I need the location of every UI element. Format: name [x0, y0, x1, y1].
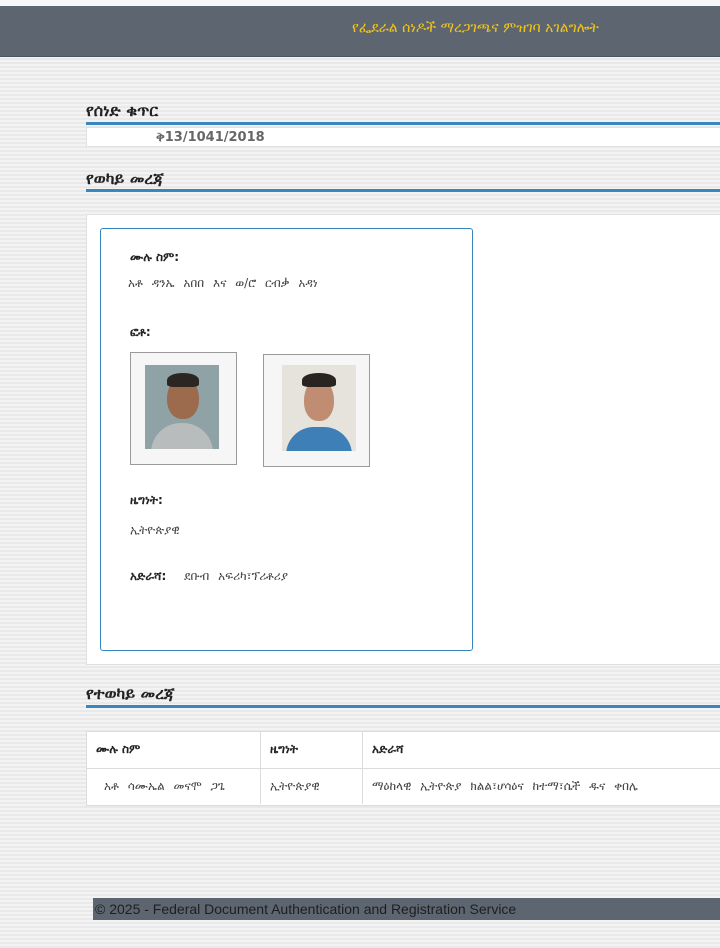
document-number-value: ቅ13/1041/2018 [156, 130, 265, 145]
column-header-full-name: ሙሉ ስም [96, 742, 141, 756]
column-header-nationality: ዜግነት [270, 742, 298, 756]
section-divider [86, 189, 720, 192]
agent-info-heading: የተወካይ መረጃ [86, 684, 175, 703]
section-divider [86, 122, 720, 125]
table-cell-nationality: ኢትዮጵያዊ [270, 779, 320, 793]
grantor-info-heading: የወካይ መረጃ [86, 169, 164, 188]
photo-label: ፎቶ: [130, 325, 151, 339]
document-number-heading: የሰነድ ቁጥር [86, 101, 159, 120]
table-divider [86, 768, 720, 769]
grantor-photo-2[interactable] [263, 354, 370, 467]
table-cell-address: ማዕከላዊ ኢትዮጵያ ክልል፣ሆሳዕና ከተማ፣ሴች ዱና ቀበሌ [372, 779, 638, 793]
person-photo-icon [145, 365, 219, 449]
address-value: ደቡብ አፍሪካ፣ፕሪቶሪያ [184, 569, 288, 583]
site-title: የፌደራል ሰነዶች ማረጋገጫና ምዝገባ አገልግሎት [352, 20, 599, 36]
nationality-value: ኢትዮጵያዊ [130, 523, 180, 537]
address-label: አድራሻ: [130, 569, 167, 583]
person-photo-icon [282, 365, 356, 451]
nationality-label: ዜግነት: [130, 493, 163, 507]
footer-text: © 2025 - Federal Document Authentication… [95, 901, 517, 917]
column-header-address: አድራሻ [372, 742, 404, 756]
site-header: የፌደራል ሰነዶች ማረጋገጫና ምዝገባ አገልግሎት [0, 6, 720, 57]
table-cell-full-name: አቶ ሳሙኤል መናሞ ጋጌ [104, 779, 226, 793]
section-divider [86, 705, 720, 708]
grantor-photo-1[interactable] [130, 352, 237, 465]
full-name-label: ሙሉ ስም: [130, 250, 180, 264]
full-name-value: አቶ ዳንኤ አበበ እና ወ/ሮ ርብቃ አዳነ [128, 276, 318, 290]
